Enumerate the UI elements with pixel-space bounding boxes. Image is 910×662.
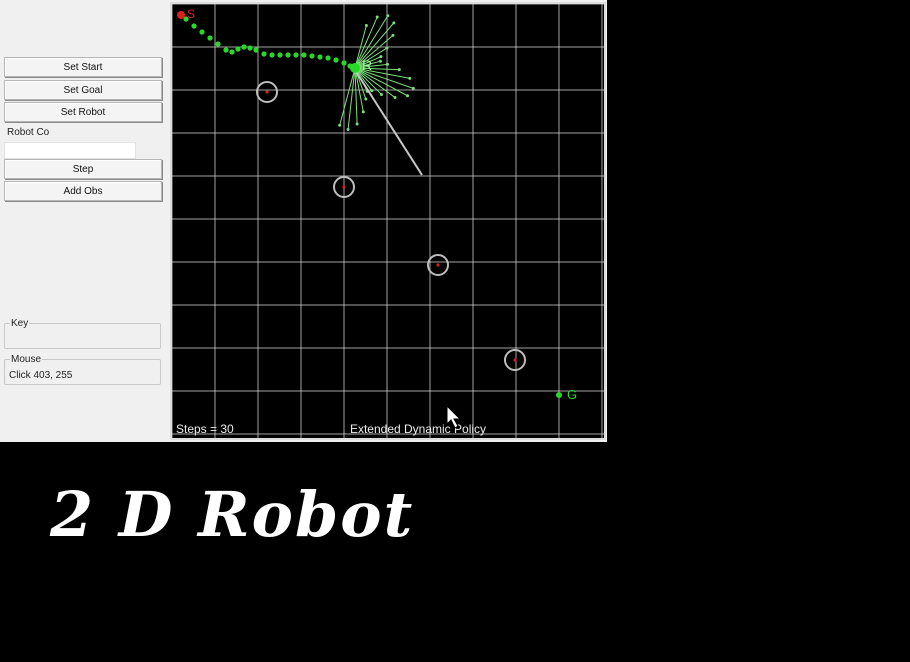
- path-dot: [301, 52, 307, 58]
- key-group-title: Key: [10, 318, 30, 329]
- path-dot: [223, 47, 229, 53]
- sensor-ray-end: [391, 33, 395, 37]
- mouse-group-value: Click 403, 255: [9, 370, 73, 381]
- sensor-ray-end: [364, 97, 368, 101]
- path-dot: [241, 44, 247, 50]
- sensor-ray-end: [386, 14, 390, 18]
- goal-dot: [556, 392, 562, 398]
- path-dot: [261, 51, 267, 57]
- app-window: Set Start Set Goal Set Robot Robot Co St…: [0, 0, 607, 442]
- sensor-ray-end: [385, 62, 389, 66]
- path-dot: [341, 60, 347, 66]
- mouse-group-title: Mouse: [10, 354, 43, 365]
- key-group: Key: [4, 318, 161, 349]
- robot-co-label: Robot Co: [7, 127, 50, 138]
- set-robot-button[interactable]: Set Robot: [4, 102, 162, 122]
- steps-counter: Steps = 30: [176, 422, 234, 436]
- path-dot: [253, 47, 259, 53]
- sensor-ray-end: [406, 94, 410, 98]
- policy-label: Extended Dynamic Policy: [350, 422, 486, 436]
- sensor-ray-end: [385, 46, 389, 50]
- sensor-ray-end: [411, 86, 415, 90]
- sensor-ray-end: [364, 23, 368, 27]
- path-dot: [215, 41, 221, 47]
- robot-label: R: [362, 57, 372, 73]
- sensor-ray-end: [392, 21, 396, 25]
- sensor-ray-end: [346, 127, 350, 131]
- path-dot: [333, 57, 339, 63]
- sensor-ray-end: [397, 68, 401, 72]
- robot-co-input[interactable]: [4, 142, 136, 159]
- path-dot: [199, 29, 205, 35]
- sensor-ray-end: [338, 123, 342, 127]
- path-dot: [229, 49, 235, 55]
- sensor-ray-end: [361, 110, 365, 114]
- obstacle-center: [342, 185, 346, 189]
- obstacle-center: [513, 358, 517, 362]
- path-dot: [207, 35, 213, 41]
- robot-scene[interactable]: S G R Steps = 30 Extended Dynamic Policy: [172, 4, 604, 438]
- add-obs-button[interactable]: Add Obs: [4, 181, 162, 201]
- step-button[interactable]: Step: [4, 159, 162, 179]
- path-dot: [325, 55, 331, 61]
- sensor-ray-end: [408, 76, 412, 80]
- goal-label: G: [567, 387, 577, 402]
- sensor-ray-end: [370, 89, 374, 93]
- robot-canvas[interactable]: S G R Steps = 30 Extended Dynamic Policy: [170, 2, 606, 440]
- mouse-group: Mouse Click 403, 255: [4, 354, 161, 385]
- robot-dot: [350, 63, 360, 73]
- path-dot: [285, 52, 291, 58]
- obstacle-center: [265, 90, 269, 94]
- path-dot: [309, 53, 315, 59]
- path-dot: [277, 52, 283, 58]
- set-start-button[interactable]: Set Start: [4, 57, 162, 77]
- sensor-ray-end: [379, 92, 383, 96]
- start-dot: [177, 11, 185, 19]
- start-label: S: [187, 7, 195, 21]
- sensor-ray-end: [355, 122, 359, 126]
- overlay-title: 2 D Robot: [50, 478, 415, 551]
- sensor-ray-end: [393, 96, 397, 100]
- path-dot: [247, 45, 253, 51]
- path-dot: [293, 52, 299, 58]
- path-dot: [191, 23, 197, 29]
- sensor-ray-end: [378, 59, 382, 63]
- sensor-ray-end: [379, 55, 383, 59]
- obstacle-center: [436, 263, 440, 267]
- path-dot: [317, 54, 323, 60]
- set-goal-button[interactable]: Set Goal: [4, 80, 162, 100]
- path-dot: [269, 52, 275, 58]
- path-dot: [235, 46, 241, 52]
- sensor-ray-end: [375, 15, 379, 19]
